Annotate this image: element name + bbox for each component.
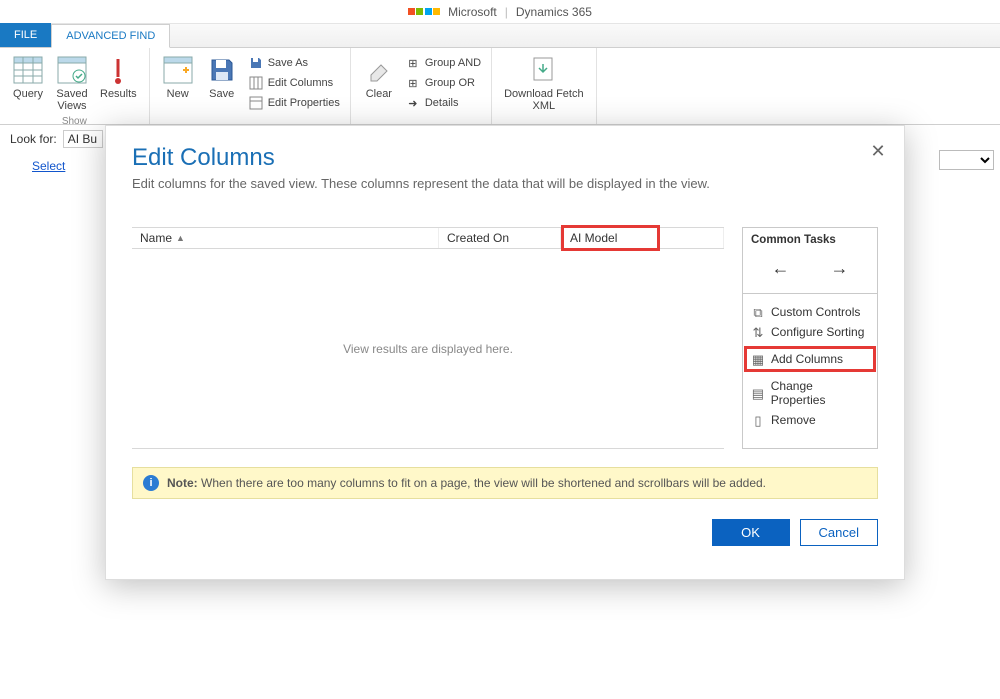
columns-grid: Name ▲ Created On AI Model View results … <box>132 227 724 449</box>
info-icon: i <box>143 475 159 491</box>
brand-label: Microsoft <box>448 5 497 19</box>
table-icon <box>12 54 44 86</box>
ribbon-group-or-label: Group OR <box>425 77 475 89</box>
edit-columns-icon <box>248 75 264 91</box>
ribbon-saved-views-button[interactable]: Saved Views <box>50 52 94 114</box>
ribbon-saved-views-label: Saved Views <box>56 88 87 112</box>
dialog-title: Edit Columns <box>132 144 878 172</box>
tab-advanced-find[interactable]: ADVANCED FIND <box>51 24 170 48</box>
microsoft-logo-icon-b <box>425 8 440 15</box>
new-icon <box>162 54 194 86</box>
group-or-icon: ⊞ <box>405 75 421 91</box>
ribbon: Query Saved Views Results Show New <box>0 48 1000 125</box>
ribbon-edit-properties-button[interactable]: Edit Properties <box>244 94 344 112</box>
column-header-blank <box>657 228 724 248</box>
use-saved-view-select[interactable] <box>939 150 994 170</box>
ribbon-save-as-button[interactable]: Save As <box>244 54 344 72</box>
ribbon-group-show-caption: Show <box>62 114 87 129</box>
note-label: Note: <box>167 476 198 490</box>
select-link[interactable]: Select <box>32 159 65 173</box>
controls-icon: ⧉ <box>751 305 765 319</box>
cancel-button[interactable]: Cancel <box>800 519 878 546</box>
ribbon-clear-button[interactable]: Clear <box>357 52 401 102</box>
move-left-button[interactable]: ← <box>772 258 790 279</box>
task-add-columns[interactable]: ▦ Add Columns <box>744 346 876 372</box>
move-right-button[interactable]: → <box>831 258 849 279</box>
title-separator: | <box>505 5 508 19</box>
task-add-columns-label: Add Columns <box>771 352 843 366</box>
column-header-created-label: Created On <box>447 231 509 245</box>
task-custom-controls[interactable]: ⧉ Custom Controls <box>751 302 869 322</box>
ribbon-new-label: New <box>167 88 189 100</box>
look-for-value[interactable]: AI Bu <box>63 130 103 148</box>
ribbon-edit-columns-button[interactable]: Edit Columns <box>244 74 344 92</box>
note-bar: i Note: When there are too many columns … <box>132 467 878 499</box>
download-xml-icon <box>528 54 560 86</box>
eraser-icon <box>363 54 395 86</box>
ribbon-details-label: Details <box>425 97 459 109</box>
task-configure-sorting[interactable]: ⇅ Configure Sorting <box>751 322 869 342</box>
ribbon-group-or-button[interactable]: ⊞ Group OR <box>401 74 485 92</box>
dialog-footer: OK Cancel <box>132 519 878 546</box>
ribbon-clear-label: Clear <box>366 88 392 100</box>
ribbon-edit-columns-label: Edit Columns <box>268 77 333 89</box>
note-body: When there are too many columns to fit o… <box>201 476 766 490</box>
save-icon <box>206 54 238 86</box>
column-header-ai-model[interactable]: AI Model <box>561 225 660 251</box>
task-change-properties[interactable]: ▤ Change Properties <box>751 376 869 410</box>
column-header-ai-model-label: AI Model <box>570 231 617 245</box>
look-for-label: Look for: <box>10 132 57 146</box>
grid-header: Name ▲ Created On AI Model <box>132 227 724 249</box>
ribbon-download-fetch-label: Download Fetch XML <box>504 88 584 112</box>
ribbon-tabs: FILE ADVANCED FIND <box>0 24 1000 48</box>
close-button[interactable]: ✕ <box>868 142 888 162</box>
remove-icon: ▯ <box>751 413 765 427</box>
ribbon-results-label: Results <box>100 88 137 100</box>
column-header-name[interactable]: Name ▲ <box>132 228 439 248</box>
task-custom-controls-label: Custom Controls <box>771 305 860 319</box>
ribbon-save-as-label: Save As <box>268 57 308 69</box>
ribbon-group-and-button[interactable]: ⊞ Group AND <box>401 54 485 72</box>
column-header-name-label: Name <box>140 231 172 245</box>
microsoft-logo-icon <box>408 8 423 15</box>
ribbon-query-label: Query <box>13 88 43 100</box>
common-tasks-panel: Common Tasks ← → ⧉ Custom Controls ⇅ Confi… <box>742 227 878 449</box>
grid-body-placeholder: View results are displayed here. <box>132 249 724 449</box>
task-remove-label: Remove <box>771 413 816 427</box>
tasks-separator <box>743 293 877 294</box>
ok-button[interactable]: OK <box>712 519 790 546</box>
task-remove[interactable]: ▯ Remove <box>751 410 869 430</box>
ribbon-new-button[interactable]: New <box>156 52 200 102</box>
ribbon-save-label: Save <box>209 88 234 100</box>
ribbon-download-fetch-button[interactable]: Download Fetch XML <box>498 52 590 114</box>
ribbon-group-and-label: Group AND <box>425 57 481 69</box>
grid-placeholder-text: View results are displayed here. <box>343 342 513 356</box>
edit-properties-icon <box>248 95 264 111</box>
task-configure-sorting-label: Configure Sorting <box>771 325 864 339</box>
task-change-properties-label: Change Properties <box>771 379 869 407</box>
ribbon-edit-properties-label: Edit Properties <box>268 97 340 109</box>
ribbon-save-button[interactable]: Save <box>200 52 244 102</box>
properties-icon: ▤ <box>751 386 765 400</box>
results-icon <box>102 54 134 86</box>
group-and-icon: ⊞ <box>405 55 421 71</box>
ribbon-details-button[interactable]: ➜ Details <box>401 94 485 112</box>
common-tasks-title: Common Tasks <box>751 234 869 246</box>
saved-views-icon <box>56 54 88 86</box>
product-label: Dynamics 365 <box>516 5 592 19</box>
details-icon: ➜ <box>405 95 421 111</box>
sorting-icon: ⇅ <box>751 325 765 339</box>
app-title-bar: Microsoft | Dynamics 365 <box>0 0 1000 24</box>
edit-columns-dialog: ✕ Edit Columns Edit columns for the save… <box>105 125 905 580</box>
dialog-subtitle: Edit columns for the saved view. These c… <box>132 176 878 191</box>
ribbon-query-button[interactable]: Query <box>6 52 50 114</box>
column-header-created-on[interactable]: Created On <box>439 228 561 248</box>
note-text: Note: When there are too many columns to… <box>167 476 766 490</box>
ribbon-results-button[interactable]: Results <box>94 52 143 114</box>
tab-file[interactable]: FILE <box>0 23 51 47</box>
save-as-icon <box>248 55 264 71</box>
add-columns-icon: ▦ <box>751 352 765 366</box>
sort-asc-icon: ▲ <box>176 233 185 243</box>
